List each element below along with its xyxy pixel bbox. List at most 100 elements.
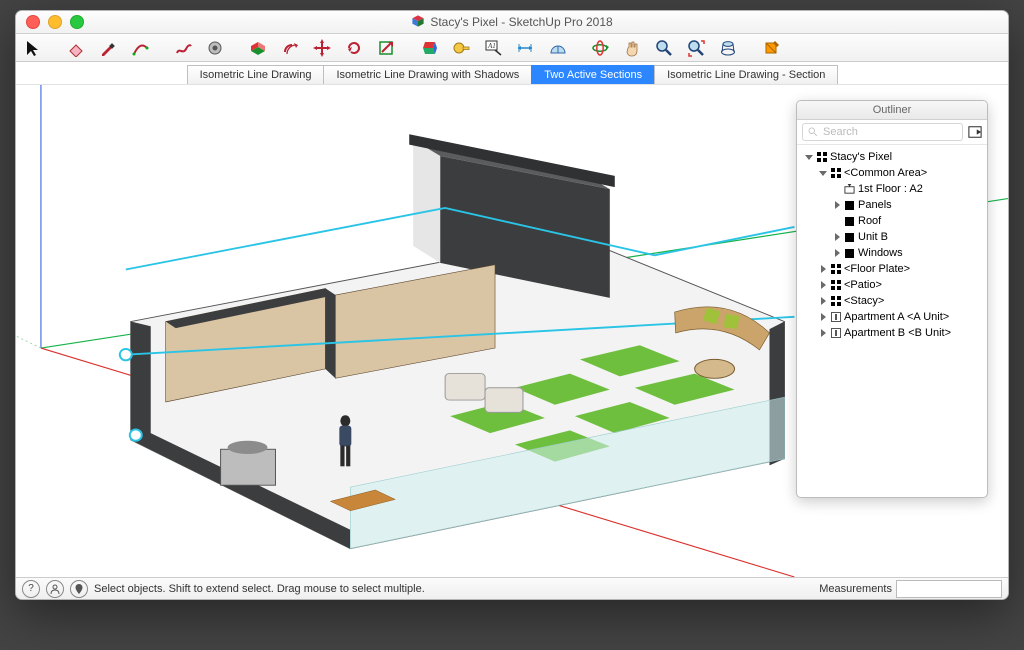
model-viewport[interactable]: Outliner Search Stacy's Pixel <Common Are…: [16, 85, 1008, 577]
outliner-row[interactable]: 1st Floor : A2: [800, 181, 984, 197]
move-icon: [313, 39, 331, 57]
outliner-search-input[interactable]: Search: [802, 123, 963, 141]
geo-button[interactable]: [70, 580, 88, 598]
material-tool[interactable]: [420, 39, 438, 57]
rotate-tool[interactable]: [345, 39, 363, 57]
outliner-row[interactable]: <Patio>: [800, 277, 984, 293]
select-icon: [24, 39, 42, 57]
outliner-row-label: Roof: [858, 215, 881, 227]
outliner-row[interactable]: Unit B: [800, 229, 984, 245]
orbit-tool[interactable]: [591, 39, 609, 57]
outliner-row-label: <Stacy>: [844, 295, 884, 307]
outliner-row[interactable]: Apartment A <A Unit>: [800, 309, 984, 325]
outliner-details-button[interactable]: [968, 125, 982, 139]
scene-tab-label: Two Active Sections: [544, 69, 642, 81]
scene-tab-label: Isometric Line Drawing - Section: [667, 69, 825, 81]
tape-tool[interactable]: [452, 39, 470, 57]
disclosure-closed-icon[interactable]: [818, 297, 827, 306]
freehand-tool[interactable]: [174, 39, 192, 57]
outliner-row[interactable]: <Stacy>: [800, 293, 984, 309]
outliner-panel-title: Outliner: [797, 101, 987, 120]
outliner-row[interactable]: <Common Area>: [800, 165, 984, 181]
disclosure-closed-icon[interactable]: [832, 233, 841, 242]
outliner-row-label: <Floor Plate>: [844, 263, 910, 275]
pushpull-icon: [249, 39, 267, 57]
section-plane-icon: [844, 184, 855, 195]
measurements-label: Measurements: [819, 583, 892, 595]
outliner-row[interactable]: Stacy's Pixel: [800, 149, 984, 165]
status-hint: Select objects. Shift to extend select. …: [94, 583, 425, 595]
disclosure-closed-icon[interactable]: [832, 249, 841, 258]
outliner-arrow-spacer: [832, 185, 841, 194]
group-open-icon: [816, 152, 827, 163]
dim-tool[interactable]: [516, 39, 534, 57]
material-icon: [420, 39, 438, 57]
rotate-icon: [345, 39, 363, 57]
component-icon: [830, 312, 841, 323]
pan-tool[interactable]: [623, 39, 641, 57]
scene-tab[interactable]: Isometric Line Drawing: [187, 65, 325, 84]
scene-tab-bar: Isometric Line Drawing Isometric Line Dra…: [16, 62, 1008, 85]
search-icon: [808, 127, 818, 137]
outliner-row-label: Windows: [858, 247, 903, 259]
section-tool[interactable]: [762, 39, 780, 57]
freehand-icon: [174, 39, 192, 57]
outliner-row[interactable]: <Floor Plate>: [800, 261, 984, 277]
shapes-icon: [206, 39, 224, 57]
zoom-extents-tool[interactable]: [687, 39, 705, 57]
orbit-icon: [591, 39, 609, 57]
group-icon: [844, 232, 855, 243]
zoom-extents-icon: [687, 39, 705, 57]
protractor-tool[interactable]: [548, 39, 566, 57]
select-tool[interactable]: [24, 39, 42, 57]
outliner-row-label: Apartment B <B Unit>: [844, 327, 951, 339]
outliner-row-label: <Common Area>: [844, 167, 927, 179]
scene-tab-label: Isometric Line Drawing with Shadows: [336, 69, 519, 81]
pencil-icon: [99, 39, 117, 57]
title-bar: Stacy's Pixel - SketchUp Pro 2018: [16, 11, 1008, 34]
outliner-row-label: Stacy's Pixel: [830, 151, 892, 163]
group-icon: [844, 200, 855, 211]
help-button[interactable]: ?: [22, 580, 40, 598]
group-open-icon: [830, 264, 841, 275]
pencil-tool[interactable]: [99, 39, 117, 57]
group-open-icon: [830, 296, 841, 307]
scene-tab[interactable]: Isometric Line Drawing - Section: [654, 65, 838, 84]
outliner-row-label: <Patio>: [844, 279, 882, 291]
measurements-input[interactable]: [896, 580, 1002, 598]
dim-icon: [516, 39, 534, 57]
tape-icon: [452, 39, 470, 57]
svg-text:A1: A1: [487, 42, 496, 50]
disclosure-closed-icon[interactable]: [818, 313, 827, 322]
shapes-tool[interactable]: [206, 39, 224, 57]
outliner-row[interactable]: Apartment B <B Unit>: [800, 325, 984, 341]
outliner-panel[interactable]: Outliner Search Stacy's Pixel <Common Are…: [796, 100, 988, 498]
outliner-row[interactable]: Panels: [800, 197, 984, 213]
scale-tool[interactable]: [377, 39, 395, 57]
outliner-row-label: Unit B: [858, 231, 888, 243]
scene-tab[interactable]: Isometric Line Drawing with Shadows: [323, 65, 532, 84]
eraser-tool[interactable]: [67, 39, 85, 57]
disclosure-closed-icon[interactable]: [832, 201, 841, 210]
section-icon: [762, 39, 780, 57]
zoom-tool[interactable]: [655, 39, 673, 57]
outliner-row[interactable]: Windows: [800, 245, 984, 261]
outliner-row-label: Apartment A <A Unit>: [844, 311, 949, 323]
outliner-arrow-spacer: [832, 217, 841, 226]
outliner-search-row: Search: [797, 120, 987, 145]
pushpull-tool[interactable]: [249, 39, 267, 57]
disclosure-closed-icon[interactable]: [818, 329, 827, 338]
disclosure-closed-icon[interactable]: [818, 281, 827, 290]
disclosure-open-icon[interactable]: [804, 153, 813, 162]
scene-tab[interactable]: Two Active Sections: [531, 65, 655, 84]
walk-tool[interactable]: [719, 39, 737, 57]
outliner-tree[interactable]: Stacy's Pixel <Common Area> 1st Floor : A2…: [797, 145, 987, 497]
text-tool[interactable]: A1: [484, 39, 502, 57]
user-button[interactable]: [46, 580, 64, 598]
disclosure-open-icon[interactable]: [818, 169, 827, 178]
arc-tool[interactable]: [131, 39, 149, 57]
offset-tool[interactable]: [281, 39, 299, 57]
outliner-row[interactable]: Roof: [800, 213, 984, 229]
move-tool[interactable]: [313, 39, 331, 57]
disclosure-closed-icon[interactable]: [818, 265, 827, 274]
